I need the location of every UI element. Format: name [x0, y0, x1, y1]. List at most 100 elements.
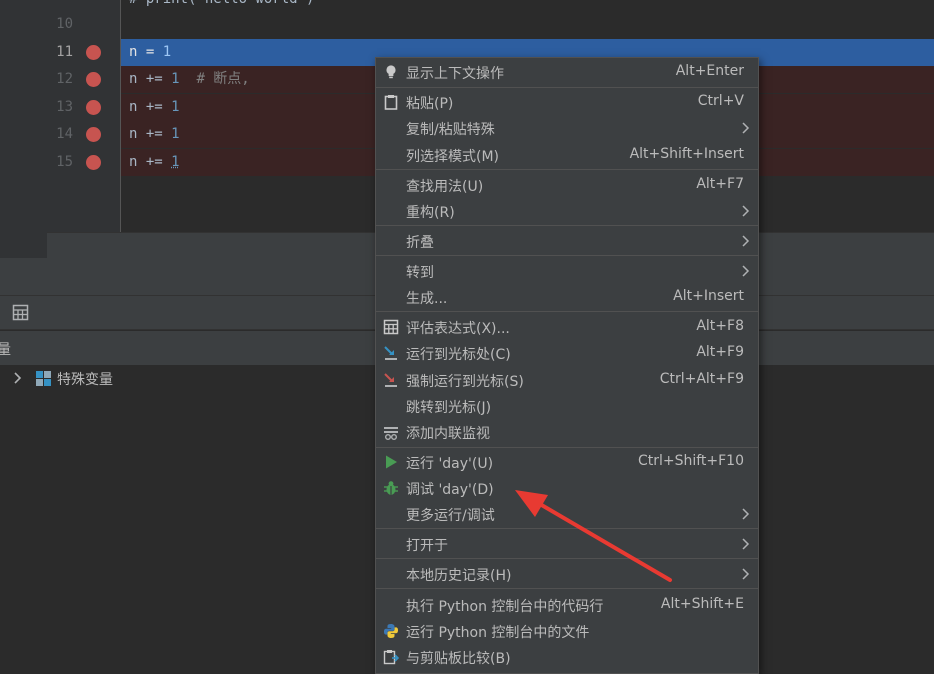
menu-item-run-day[interactable]: 运行 'day'(U) Ctrl+Shift+F10 [376, 449, 758, 475]
menu-item-label: 复制/粘贴特殊 [406, 122, 495, 138]
code-number: 1 [171, 126, 180, 142]
menu-item-local-history[interactable]: 本地历史记录(H) [376, 561, 758, 587]
menu-item-goto[interactable]: 转到 [376, 258, 758, 284]
menu-item-label: 显示上下文操作 [406, 66, 504, 82]
submenu-arrow-icon [742, 568, 750, 580]
menu-item-label: 打开于 [406, 538, 448, 554]
run-to-cursor-icon [384, 346, 397, 360]
menu-item-column-selection-mode[interactable]: 列选择模式(M) Alt+Shift+Insert [376, 142, 758, 168]
line-number: 14 [56, 126, 73, 142]
force-run-to-cursor-icon [384, 373, 397, 387]
menu-item-debug-day[interactable]: 调试 'day'(D) [376, 475, 758, 501]
menu-item-shortcut: Alt+Insert [673, 288, 744, 304]
breakpoint-icon[interactable] [86, 127, 101, 142]
menu-item-label: 添加内联监视 [406, 426, 490, 442]
menu-item-evaluate-expression[interactable]: 评估表达式(X)... Alt+F8 [376, 314, 758, 340]
watch-icon [384, 427, 398, 440]
menu-item-label: 折叠 [406, 235, 434, 251]
menu-item-label: 运行到光标处(C) [406, 347, 511, 363]
menu-item-shortcut: Alt+F8 [696, 318, 744, 334]
menu-item-label: 重构(R) [406, 205, 455, 221]
menu-item-jump-to-cursor[interactable]: 跳转到光标(J) [376, 393, 758, 419]
code-number: 1 [171, 154, 180, 170]
menu-item-generate[interactable]: 生成... Alt+Insert [376, 284, 758, 310]
menu-item-label: 运行 Python 控制台中的文件 [406, 625, 590, 641]
menu-item-shortcut: Alt+F9 [696, 344, 744, 360]
menu-separator [376, 447, 758, 448]
menu-item-execute-line-in-python-console[interactable]: 执行 Python 控制台中的代码行 Alt+Shift+E [376, 592, 758, 618]
line-number: 12 [56, 71, 73, 87]
menu-separator [376, 255, 758, 256]
submenu-arrow-icon [742, 508, 750, 520]
menu-item-add-inline-watch[interactable]: 添加内联监视 [376, 419, 758, 445]
submenu-arrow-icon [742, 235, 750, 247]
menu-item-refactor[interactable]: 重构(R) [376, 198, 758, 224]
breakpoint-icon[interactable] [86, 155, 101, 170]
menu-item-shortcut: Ctrl+V [697, 93, 744, 109]
menu-item-folding[interactable]: 折叠 [376, 228, 758, 254]
debug-bug-icon [384, 481, 398, 495]
breakpoint-icon[interactable] [86, 45, 101, 60]
compare-clipboard-icon [383, 650, 399, 665]
chevron-right-icon[interactable] [11, 371, 25, 385]
menu-item-label: 跳转到光标(J) [406, 400, 492, 416]
menu-item-compare-with-clipboard[interactable]: 与剪贴板比较(B) [376, 644, 758, 670]
menu-item-show-context-actions[interactable]: 显示上下文操作 Alt+Enter [376, 59, 758, 85]
menu-separator [376, 558, 758, 559]
line-number: 11 [56, 44, 73, 60]
code-token: n += [129, 154, 172, 170]
editor-context-menu: 显示上下文操作 Alt+Enter 粘贴(P) Ctrl+V 复制/粘贴特殊 列… [375, 57, 759, 674]
clipboard-icon [384, 95, 398, 110]
code-token: n += [129, 126, 172, 142]
code-token: n = [129, 44, 163, 60]
python-icon [384, 624, 398, 638]
line-number: 10 [56, 16, 73, 32]
menu-item-paste[interactable]: 粘贴(P) Ctrl+V [376, 89, 758, 115]
breakpoint-icon[interactable] [86, 72, 101, 87]
variables-grid-icon [36, 371, 51, 386]
breakpoint-icon[interactable] [86, 100, 101, 115]
menu-item-run-file-in-python-console[interactable]: 运行 Python 控制台中的文件 [376, 618, 758, 644]
menu-item-shortcut: Ctrl+Shift+F10 [637, 453, 744, 469]
code-number: 1 [171, 99, 180, 115]
menu-item-shortcut: Alt+Enter [675, 63, 744, 79]
menu-item-shortcut: Ctrl+Alt+F9 [659, 371, 744, 387]
menu-item-more-run-debug[interactable]: 更多运行/调试 [376, 501, 758, 527]
submenu-arrow-icon [742, 122, 750, 134]
menu-item-copy-paste-special[interactable]: 复制/粘贴特殊 [376, 115, 758, 141]
menu-separator [376, 87, 758, 88]
tree-item-label: 特殊变量 [57, 372, 113, 388]
calculator-icon [383, 319, 399, 335]
menu-item-label: 运行 'day'(U) [406, 456, 494, 472]
menu-item-shortcut: Alt+Shift+Insert [629, 146, 744, 162]
menu-item-label: 生成... [406, 291, 448, 307]
table-icon[interactable] [12, 304, 29, 321]
menu-item-force-run-to-cursor[interactable]: 强制运行到光标(S) Ctrl+Alt+F9 [376, 367, 758, 393]
menu-separator [376, 588, 758, 589]
menu-item-shortcut: Alt+Shift+E [660, 596, 744, 612]
code-line-10[interactable]: 10 [0, 11, 934, 38]
menu-item-label: 列选择模式(M) [406, 149, 500, 165]
code-text[interactable] [121, 11, 934, 38]
menu-item-open-in[interactable]: 打开于 [376, 531, 758, 557]
line-number: 15 [56, 154, 73, 170]
lightbulb-icon [386, 65, 396, 79]
code-token: n += [129, 99, 172, 115]
menu-separator [376, 169, 758, 170]
menu-item-run-to-cursor[interactable]: 运行到光标处(C) Alt+F9 [376, 340, 758, 366]
menu-item-label: 评估表达式(X)... [406, 321, 510, 337]
code-comment: # 断点, [179, 71, 250, 87]
submenu-arrow-icon [742, 205, 750, 217]
code-number: 1 [162, 44, 172, 60]
menu-item-label: 与剪贴板比较(B) [406, 651, 511, 667]
submenu-arrow-icon [742, 265, 750, 277]
menu-item-label: 查找用法(U) [406, 179, 484, 195]
code-token: n += [129, 71, 172, 87]
menu-item-label: 强制运行到光标(S) [406, 374, 524, 390]
menu-item-label: 粘贴(P) [406, 96, 454, 112]
code-number: 1 [171, 71, 180, 87]
menu-separator [376, 225, 758, 226]
menu-item-find-usages[interactable]: 查找用法(U) Alt+F7 [376, 172, 758, 198]
menu-item-label: 执行 Python 控制台中的代码行 [406, 599, 604, 615]
submenu-arrow-icon [742, 538, 750, 550]
